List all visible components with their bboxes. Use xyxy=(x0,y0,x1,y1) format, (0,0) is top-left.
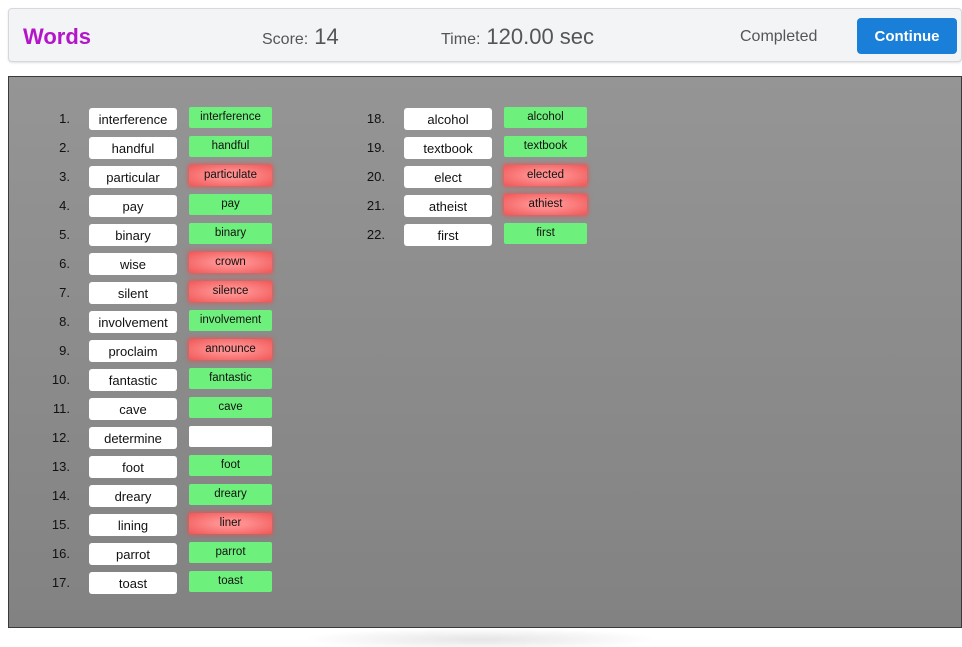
item-number: 2. xyxy=(59,140,70,155)
item-number: 8. xyxy=(59,314,70,329)
response-correct: textbook xyxy=(504,136,587,157)
response-correct: parrot xyxy=(189,542,272,563)
target-word: foot xyxy=(89,456,177,478)
item-number: 19. xyxy=(366,140,385,155)
target-word: particular xyxy=(89,166,177,188)
response-correct: alcohol xyxy=(504,107,587,128)
item-number: 20. xyxy=(366,169,385,184)
target-word: toast xyxy=(89,572,177,594)
item-number: 12. xyxy=(51,430,70,445)
response-correct: foot xyxy=(189,455,272,476)
item-number: 4. xyxy=(59,198,70,213)
score-value: 14 xyxy=(314,24,339,49)
response-correct: first xyxy=(504,223,587,244)
response-wrong: liner xyxy=(189,513,272,534)
item-number: 3. xyxy=(59,169,70,184)
response-empty xyxy=(189,426,272,447)
score-label: Score: xyxy=(262,31,309,48)
target-word: silent xyxy=(89,282,177,304)
response-wrong: crown xyxy=(189,252,272,273)
score-display: Score: 14 xyxy=(262,24,339,53)
target-word: atheist xyxy=(404,195,492,217)
response-correct: binary xyxy=(189,223,272,244)
response-correct: handful xyxy=(189,136,272,157)
target-word: fantastic xyxy=(89,369,177,391)
page-title: Words xyxy=(23,24,92,49)
target-word: determine xyxy=(89,427,177,449)
target-word: pay xyxy=(89,195,177,217)
item-number: 6. xyxy=(59,256,70,271)
item-number: 5. xyxy=(59,227,70,242)
target-word: handful xyxy=(89,137,177,159)
target-word: parrot xyxy=(89,543,177,565)
target-word: alcohol xyxy=(404,108,492,130)
target-word: cave xyxy=(89,398,177,420)
response-correct: fantastic xyxy=(189,368,272,389)
item-number: 10. xyxy=(51,372,70,387)
item-number: 16. xyxy=(51,546,70,561)
response-wrong: athiest xyxy=(504,194,587,215)
item-number: 13. xyxy=(51,459,70,474)
item-number: 21. xyxy=(366,198,385,213)
response-correct: pay xyxy=(189,194,272,215)
item-number: 14. xyxy=(51,488,70,503)
response-correct: toast xyxy=(189,571,272,592)
response-wrong: elected xyxy=(504,165,587,186)
header-bar: Words Score: 14 Time: 120.00 sec Completed… xyxy=(8,8,962,62)
item-number: 15. xyxy=(51,517,70,532)
item-number: 1. xyxy=(59,111,70,126)
item-number: 22. xyxy=(366,227,385,242)
continue-button[interactable]: Continue xyxy=(857,18,957,54)
response-correct: involvement xyxy=(189,310,272,331)
response-correct: cave xyxy=(189,397,272,418)
response-wrong: silence xyxy=(189,281,272,302)
target-word: lining xyxy=(89,514,177,536)
target-word: first xyxy=(404,224,492,246)
target-word: proclaim xyxy=(89,340,177,362)
response-correct: interference xyxy=(189,107,272,128)
item-number: 17. xyxy=(51,575,70,590)
time-value: 120.00 sec xyxy=(486,24,595,49)
target-word: interference xyxy=(89,108,177,130)
word-list-panel: 1. interference interference 2. handful handf… xyxy=(8,76,962,628)
response-correct: dreary xyxy=(189,484,272,505)
item-number: 11. xyxy=(52,401,70,416)
item-number: 18. xyxy=(366,111,385,126)
response-wrong: announce xyxy=(189,339,272,360)
item-number: 7. xyxy=(59,285,70,300)
bottom-shadow xyxy=(300,628,660,647)
target-word: wise xyxy=(89,253,177,275)
time-label: Time: xyxy=(441,31,481,48)
target-word: dreary xyxy=(89,485,177,507)
status-text: Completed xyxy=(740,28,818,45)
item-number: 9. xyxy=(59,343,70,358)
target-word: textbook xyxy=(404,137,492,159)
response-wrong: particulate xyxy=(189,165,272,186)
target-word: involvement xyxy=(89,311,177,333)
time-display: Time: 120.00 sec xyxy=(441,24,594,53)
target-word: elect xyxy=(404,166,492,188)
target-word: binary xyxy=(89,224,177,246)
